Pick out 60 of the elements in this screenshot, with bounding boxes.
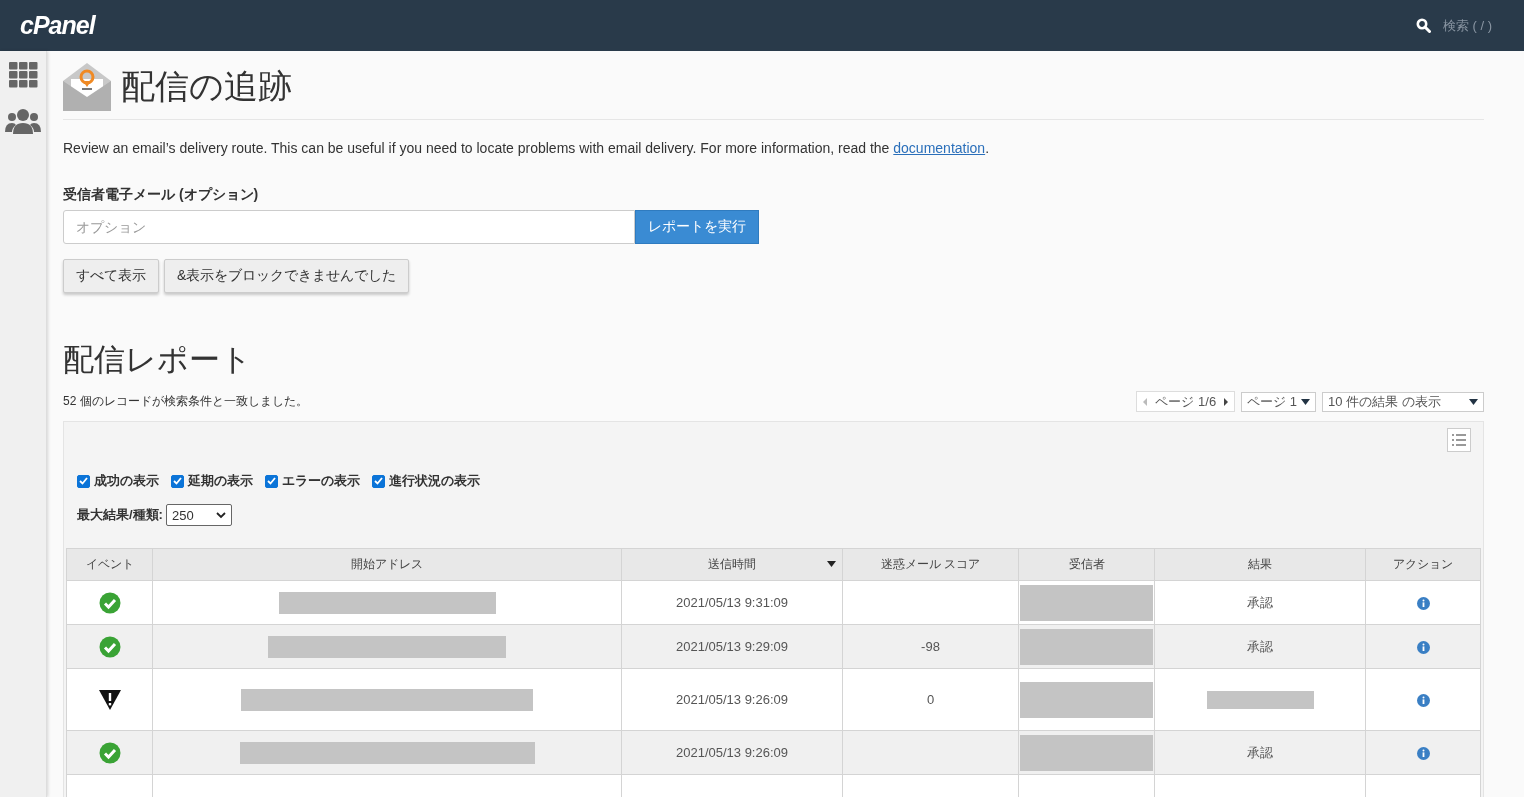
info-icon[interactable] bbox=[1416, 597, 1430, 611]
checkbox[interactable] bbox=[372, 474, 385, 488]
table-cell: 承認 bbox=[1247, 638, 1273, 654]
chevron-icon[interactable] bbox=[215, 511, 226, 519]
documentation-link[interactable]: documentation bbox=[893, 140, 986, 156]
info-icon[interactable] bbox=[1416, 641, 1430, 655]
filter-button[interactable]: すべて表示 bbox=[63, 259, 159, 293]
column-header[interactable]: 結果 bbox=[1154, 548, 1366, 581]
checkbox[interactable] bbox=[171, 474, 184, 488]
sort-icon[interactable] bbox=[827, 561, 836, 567]
table-cell: 2021/05/13 9:26:09 bbox=[621, 668, 843, 731]
checkbox[interactable] bbox=[265, 474, 278, 488]
checkbox-label: エラーの表示 bbox=[282, 472, 360, 490]
list-view-icon[interactable] bbox=[1447, 428, 1471, 452]
table-cell: 承認 bbox=[1247, 744, 1273, 760]
logo[interactable]: cPanel bbox=[20, 11, 95, 40]
column-header[interactable]: 受信者 bbox=[1018, 548, 1155, 581]
column-header[interactable]: 開始アドレス bbox=[152, 548, 622, 581]
warning-icon bbox=[98, 689, 121, 710]
info-icon[interactable] bbox=[1416, 694, 1430, 708]
per-page-select[interactable]: 10 件の結果 の表示 bbox=[1322, 391, 1484, 412]
table-cell: 2021/05/13 9:26:09 bbox=[621, 730, 843, 775]
checkbox-label: 延期の表示 bbox=[188, 472, 253, 490]
checkbox-label: 進行状況の表示 bbox=[389, 472, 480, 490]
caret-icon[interactable] bbox=[1301, 398, 1310, 405]
success-check-icon bbox=[98, 635, 121, 658]
column-header[interactable]: アクション bbox=[1365, 548, 1481, 581]
table-cell: 0 bbox=[842, 668, 1019, 731]
column-header[interactable]: 送信時間 bbox=[621, 548, 843, 581]
column-header[interactable]: イベント bbox=[66, 548, 153, 581]
recipient-input[interactable]: オプション bbox=[63, 210, 635, 244]
run-report-button[interactable]: レポートを実行 bbox=[635, 210, 759, 244]
filter-button[interactable]: &表示をブロックできませんでした bbox=[164, 259, 410, 293]
table-cell: 2021/05/13 9:29:09 bbox=[621, 624, 843, 669]
match-count: 52 個のレコードが検索条件と一致しました。 bbox=[63, 393, 308, 410]
info-icon[interactable] bbox=[1416, 747, 1430, 761]
page-navigator[interactable]: ページ 1/6 bbox=[1136, 391, 1236, 412]
next-icon[interactable] bbox=[1222, 396, 1231, 407]
recipient-label: 受信者電子メール (オプション) bbox=[63, 186, 260, 204]
envelope-pin-icon bbox=[63, 63, 111, 111]
report-title: 配信レポート bbox=[63, 341, 253, 379]
grid-icon[interactable] bbox=[8, 62, 38, 88]
checkbox[interactable] bbox=[77, 474, 90, 488]
caret-icon[interactable] bbox=[1469, 398, 1478, 405]
max-results-label: 最大結果/種類: bbox=[77, 506, 163, 524]
search-icon[interactable] bbox=[1415, 18, 1431, 33]
table-cell: 承認 bbox=[1247, 594, 1273, 610]
table-cell: -98 bbox=[842, 624, 1019, 669]
table-cell: 2021/05/13 9:31:09 bbox=[621, 580, 843, 625]
description-text: Review an email’s delivery route. This can be useful if you need to locate problems with email delivery. For more information, read the documentation. bbox=[63, 140, 991, 156]
page-title: 配信の追跡 bbox=[121, 66, 292, 107]
max-results-select[interactable]: 250 bbox=[165, 504, 232, 526]
checkbox-label: 成功の表示 bbox=[94, 472, 159, 490]
page-indicator: ページ 1/6 bbox=[1155, 392, 1217, 411]
success-check-icon bbox=[98, 591, 121, 614]
page-select[interactable]: ページ 1 bbox=[1241, 391, 1316, 412]
users-icon[interactable] bbox=[5, 108, 41, 134]
search-field[interactable]: 検索 ( / ) bbox=[1442, 16, 1492, 35]
column-header[interactable]: 迷惑メール スコア bbox=[842, 548, 1019, 581]
success-check-icon bbox=[98, 741, 121, 764]
